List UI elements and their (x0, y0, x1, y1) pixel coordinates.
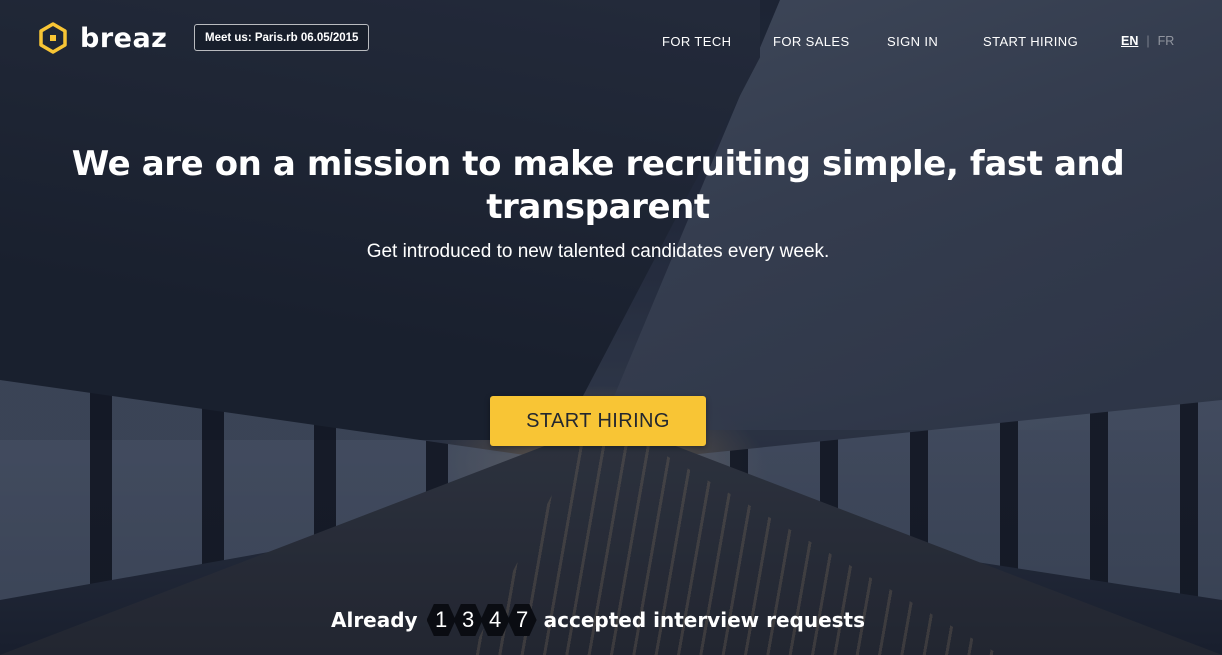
nav-for-sales[interactable]: FOR SALES (773, 34, 850, 49)
nav-start-hiring[interactable]: START HIRING (983, 34, 1078, 49)
counter-digit: 4 (480, 604, 510, 636)
nav-sign-in[interactable]: SIGN IN (887, 34, 938, 49)
start-hiring-button[interactable]: START HIRING (490, 396, 706, 446)
meetup-badge[interactable]: Meet us: Paris.rb 06.05/2015 (194, 24, 370, 51)
counter-digit: 1 (426, 604, 456, 636)
counter-digits: 1 3 4 7 (426, 604, 537, 636)
interview-counter: Already 1 3 4 7 accepted interview reque… (0, 604, 1196, 636)
hero-headline-line2: transparent (486, 187, 710, 227)
lang-en[interactable]: EN (1121, 34, 1138, 48)
background-overlay (0, 0, 1222, 655)
brand-name: breaz (80, 22, 168, 54)
hexagon-logo-icon (39, 22, 67, 54)
hero-headline: We are on a mission to make recruiting s… (0, 143, 1196, 229)
counter-digit: 3 (453, 604, 483, 636)
lang-separator: | (1146, 34, 1150, 48)
lang-fr[interactable]: FR (1158, 34, 1175, 48)
logo-link[interactable]: breaz (38, 22, 167, 54)
nav-for-tech[interactable]: FOR TECH (662, 34, 731, 49)
background-photo (0, 0, 1222, 655)
counter-prefix: Already (330, 608, 418, 632)
counter-digit: 7 (507, 604, 537, 636)
hero-headline-line1: We are on a mission to make recruiting s… (71, 144, 1125, 184)
hero-subline: Get introduced to new talented candidate… (366, 241, 830, 262)
language-switcher: EN | FR (1121, 34, 1174, 48)
counter-suffix: accepted interview requests (543, 608, 865, 632)
